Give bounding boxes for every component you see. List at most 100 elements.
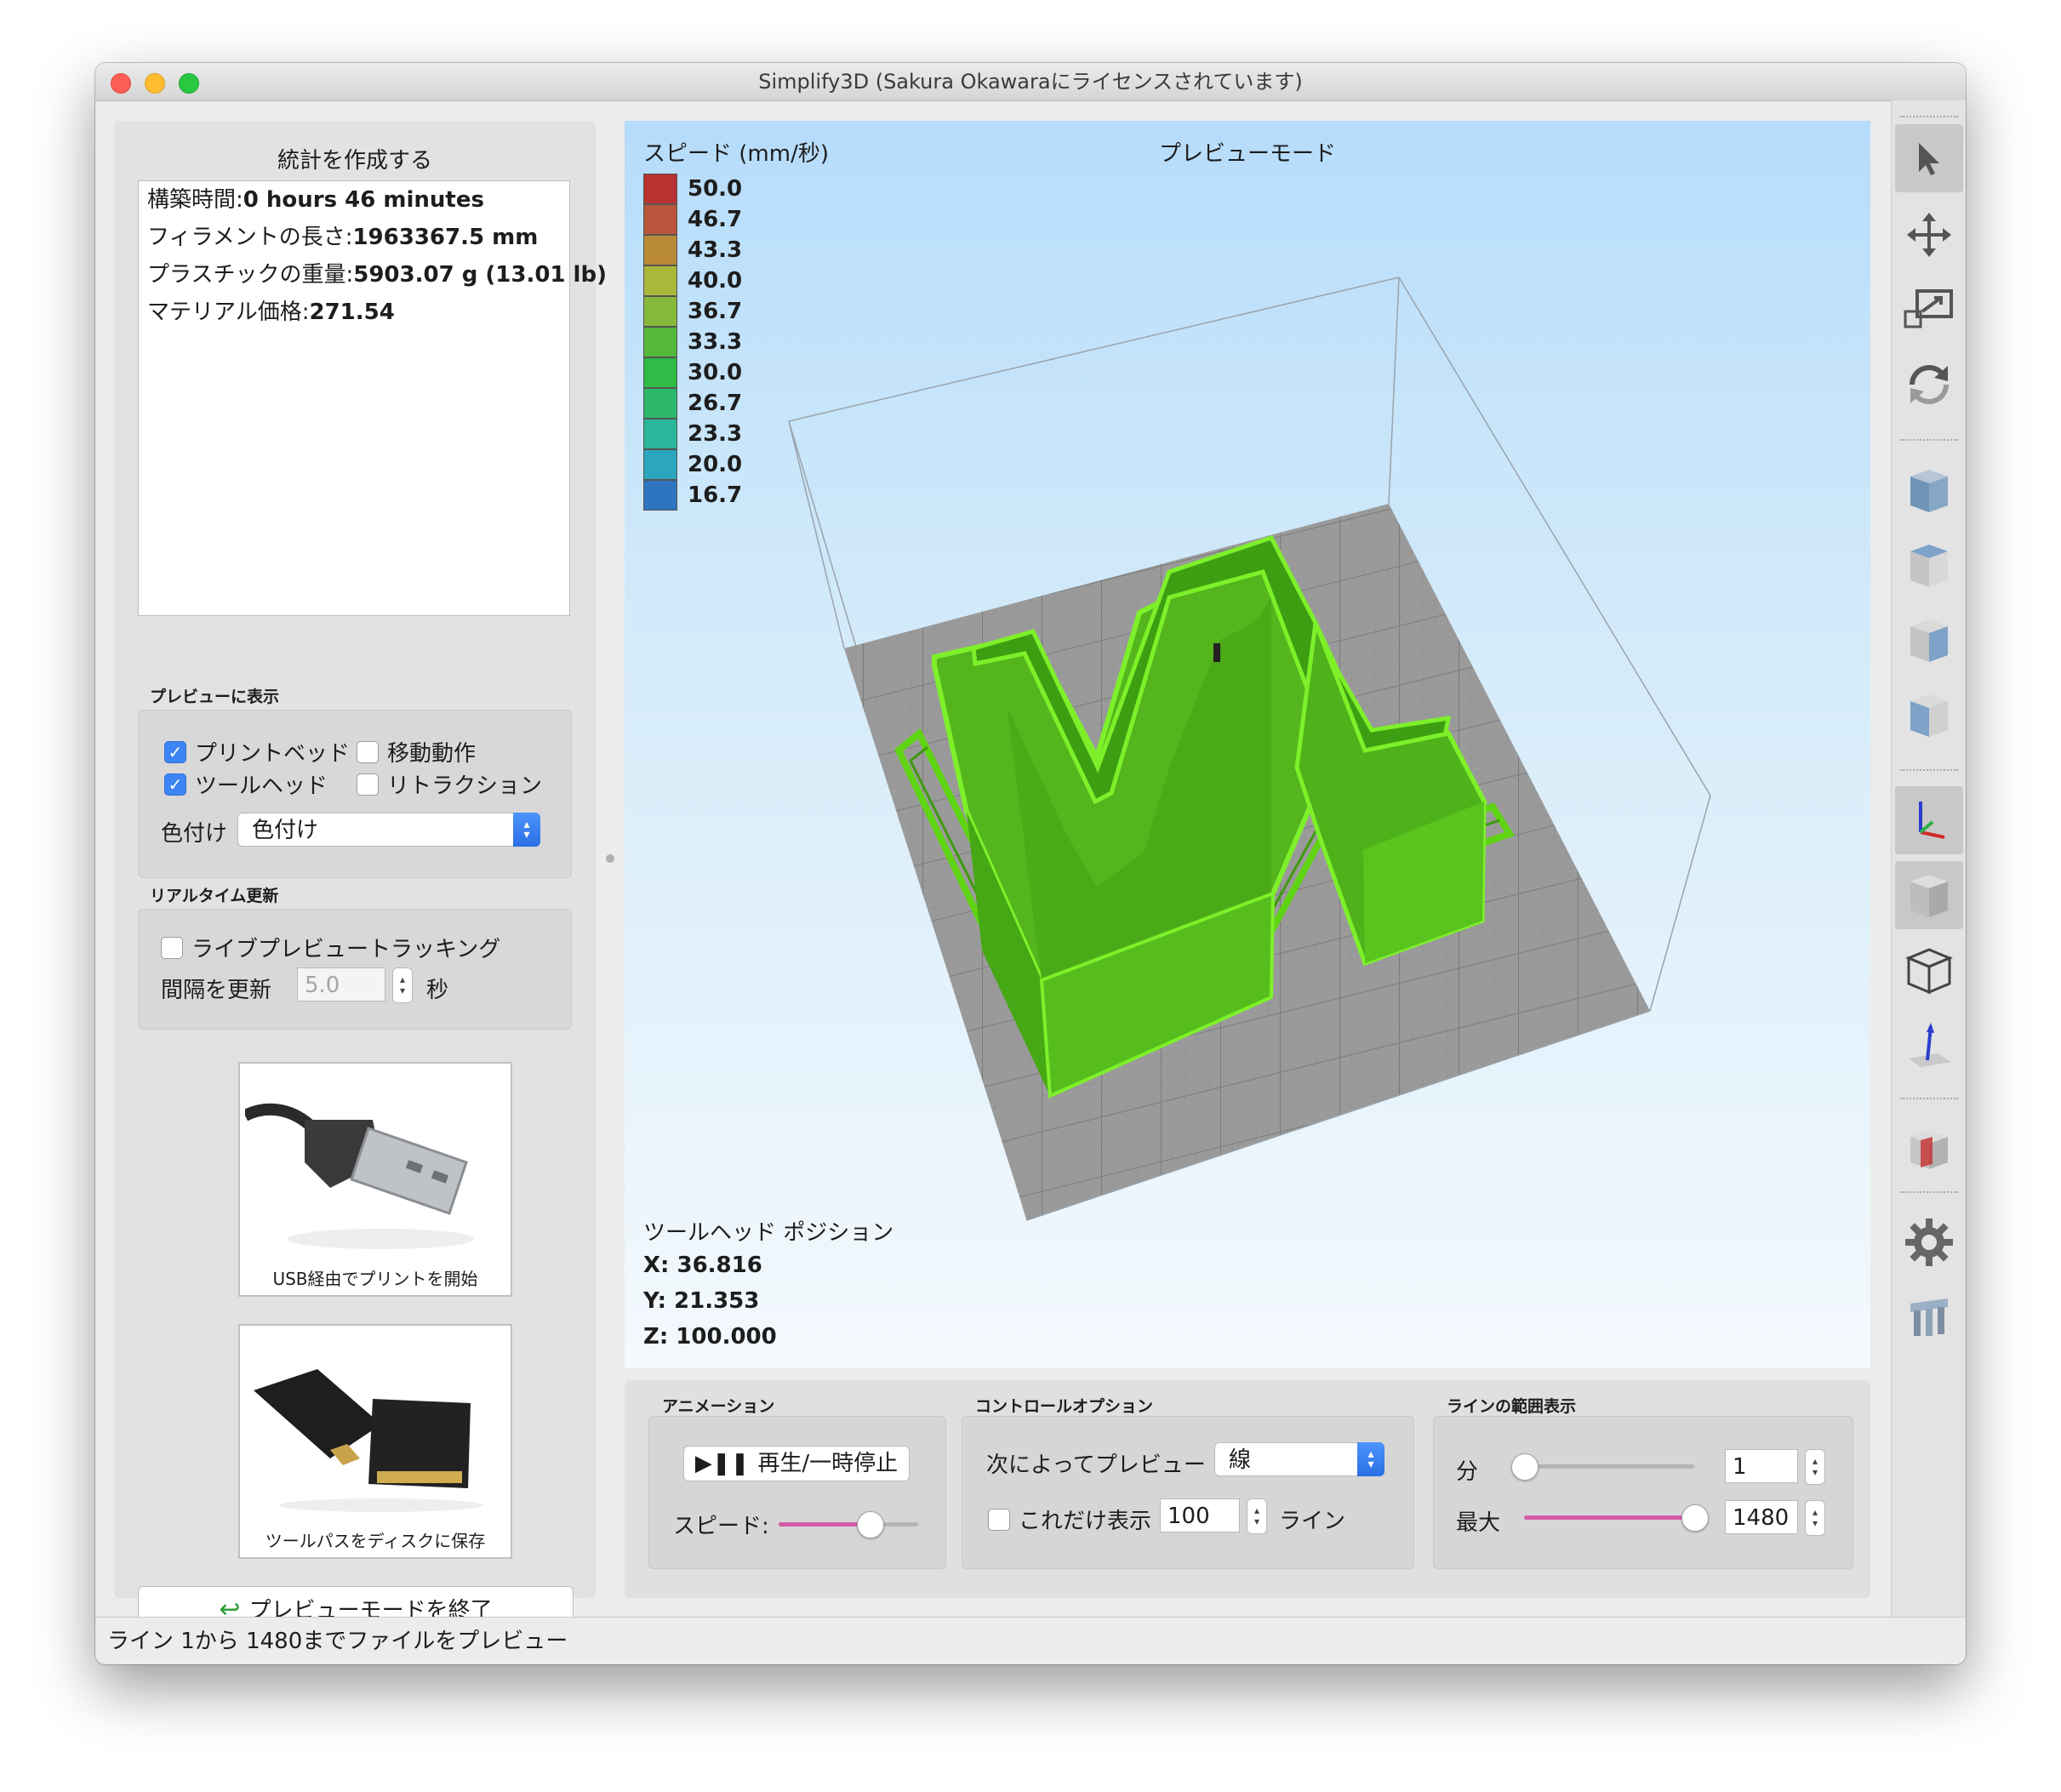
play-pause-button[interactable]: ▶❚❚ 再生/一時停止: [683, 1446, 910, 1481]
solid-cube-icon[interactable]: [1895, 861, 1963, 929]
min-slider[interactable]: [1511, 1453, 1539, 1481]
only-show-input[interactable]: 100: [1160, 1498, 1240, 1532]
max-stepper[interactable]: ▴ ▾: [1805, 1500, 1825, 1536]
checkbox-icon[interactable]: [357, 773, 379, 796]
print-bed-checkbox[interactable]: プリントベッド: [164, 736, 350, 768]
dual-extruder-icon[interactable]: [1895, 1283, 1963, 1351]
usb-print-caption: USB経由でプリントを開始: [272, 1269, 478, 1289]
min-input[interactable]: 1: [1725, 1449, 1798, 1483]
legend-value: 26.7: [688, 391, 743, 416]
cross-section-icon[interactable]: [1895, 1115, 1963, 1183]
toolbar-separator: [1900, 769, 1958, 771]
animation-speed-fill: [779, 1522, 870, 1527]
checkbox-icon[interactable]: [988, 1508, 1010, 1531]
tool-head-checkbox[interactable]: ツールヘッド: [164, 768, 328, 800]
stat-label: プラスチックの重量:: [147, 262, 354, 288]
build-volume-scene[interactable]: [625, 121, 1870, 1368]
chevron-updown-icon[interactable]: ▴ ▾: [513, 813, 540, 847]
cube-front-icon[interactable]: [1895, 681, 1963, 749]
cube-side-icon[interactable]: [1895, 606, 1963, 674]
stat-value: 0 hours 46 minutes: [243, 187, 484, 213]
interval-stepper[interactable]: ▴ ▾: [392, 967, 413, 1003]
splitter-handle[interactable]: [606, 854, 614, 863]
usb-print-button[interactable]: USB経由でプリントを開始: [238, 1062, 512, 1297]
max-slider[interactable]: [1681, 1504, 1709, 1532]
legend-swatch: [643, 174, 677, 204]
stat-value: 5903.07 g (13.01 lb): [353, 262, 607, 288]
legend-value: 43.3: [688, 237, 743, 263]
stat-filament-length: フィラメントの長さ:1963367.5 mm: [139, 219, 569, 256]
app-window: Simplify3D (Sakura Okawaraにライセンスされています) …: [95, 63, 1966, 1664]
animation-label: アニメーション: [662, 1397, 775, 1416]
realtime-label: リアルタイム更新: [150, 887, 279, 905]
checkbox-checked-icon[interactable]: [164, 773, 186, 796]
coloring-select[interactable]: 色付け ▴ ▾: [237, 813, 540, 847]
toolhead-z: Z: 100.000: [643, 1324, 777, 1350]
legend-swatch: [643, 480, 677, 511]
stat-label: マテリアル価格:: [147, 300, 310, 325]
preview-viewport[interactable]: プレビューモード スピード (mm/秒) 50.0 46.7 43.3 40.0 36.…: [625, 121, 1870, 1368]
wireframe-cube-icon[interactable]: [1895, 936, 1963, 1004]
move-icon[interactable]: [1895, 201, 1963, 269]
cube-view-icon[interactable]: [1895, 456, 1963, 524]
checkbox-checked-icon[interactable]: [164, 740, 186, 763]
usb-cable-icon: [245, 1069, 505, 1254]
line-range-label: ラインの範囲表示: [1447, 1397, 1577, 1416]
minimize-window-button[interactable]: [145, 73, 165, 94]
select-arrow-icon[interactable]: [1895, 124, 1963, 192]
save-to-disk-caption: ツールパスをディスクに保存: [265, 1531, 486, 1551]
tool-head-label: ツールヘッド: [195, 773, 328, 799]
legend-swatch: [643, 419, 677, 449]
legend-item: 36.7: [643, 296, 754, 327]
close-window-button[interactable]: [111, 73, 131, 94]
legend-swatch: [643, 296, 677, 327]
preview-controls: アニメーション ▶❚❚ 再生/一時停止 スピード: コントロールオプション 次によ…: [625, 1380, 1870, 1598]
legend-value: 50.0: [688, 176, 743, 202]
stat-build-time: 構築時間:0 hours 46 minutes: [139, 181, 569, 219]
travel-checkbox[interactable]: 移動動作: [357, 736, 476, 768]
toolhead-position-label: ツールヘッド ポジション: [643, 1220, 894, 1246]
status-bar: ライン 1から 1480までファイルをプレビュー: [95, 1617, 1966, 1664]
axes-icon[interactable]: [1895, 786, 1963, 854]
animation-speed-slider[interactable]: [856, 1511, 884, 1538]
checkbox-icon[interactable]: [161, 936, 183, 959]
interval-input[interactable]: 5.0: [297, 967, 385, 1002]
legend-item: 20.0: [643, 449, 754, 480]
retraction-checkbox[interactable]: リトラクション: [357, 768, 542, 800]
stat-plastic-weight: プラスチックの重量:5903.07 g (13.01 lb): [139, 256, 607, 294]
z-axis-icon[interactable]: [1895, 1011, 1963, 1079]
live-tracking-checkbox[interactable]: ライブプレビュートラッキング: [161, 932, 500, 963]
stat-label: 構築時間:: [147, 187, 243, 213]
rotate-icon[interactable]: [1895, 351, 1963, 419]
toolbar-separator: [1900, 439, 1958, 441]
chevron-updown-icon[interactable]: ▴ ▾: [1357, 1442, 1384, 1476]
preview-by-select[interactable]: 線 ▴ ▾: [1214, 1442, 1384, 1476]
window-title: Simplify3D (Sakura Okawaraにライセンスされています): [758, 70, 1303, 94]
legend-value: 16.7: [688, 482, 743, 508]
travel-label: 移動動作: [387, 741, 477, 767]
toolbar-separator: [1900, 1098, 1958, 1099]
only-show-stepper[interactable]: ▴ ▾: [1247, 1498, 1267, 1534]
max-input[interactable]: 1480: [1725, 1500, 1798, 1534]
animation-group: ▶❚❚ 再生/一時停止 スピード:: [648, 1416, 946, 1569]
preview-mode-title: プレビューモード: [1159, 141, 1337, 167]
print-bed-label: プリントベッド: [195, 741, 351, 767]
gear-icon[interactable]: [1895, 1208, 1963, 1276]
tool-head: [1213, 643, 1220, 662]
scale-icon[interactable]: [1895, 276, 1963, 344]
zoom-window-button[interactable]: [179, 73, 199, 94]
cube-top-icon[interactable]: [1895, 531, 1963, 599]
preview-display-label: プレビューに表示: [150, 688, 280, 706]
legend-item: 23.3: [643, 419, 754, 449]
min-slider-track[interactable]: [1524, 1464, 1694, 1469]
stat-value: 1963367.5 mm: [352, 225, 539, 250]
only-show-checkbox[interactable]: これだけ表示: [988, 1504, 1151, 1535]
title-bar: Simplify3D (Sakura Okawaraにライセンスされています): [95, 63, 1966, 101]
line-range-group: 分 1 ▴ ▾ 最大 1480 ▴ ▾: [1433, 1416, 1853, 1569]
save-to-disk-button[interactable]: ツールパスをディスクに保存: [238, 1324, 512, 1559]
legend-title: スピード (mm/秒): [643, 141, 829, 167]
min-stepper[interactable]: ▴ ▾: [1805, 1449, 1825, 1485]
max-label: 最大: [1456, 1510, 1501, 1536]
checkbox-icon[interactable]: [357, 740, 379, 763]
legend-item: 46.7: [643, 204, 754, 235]
